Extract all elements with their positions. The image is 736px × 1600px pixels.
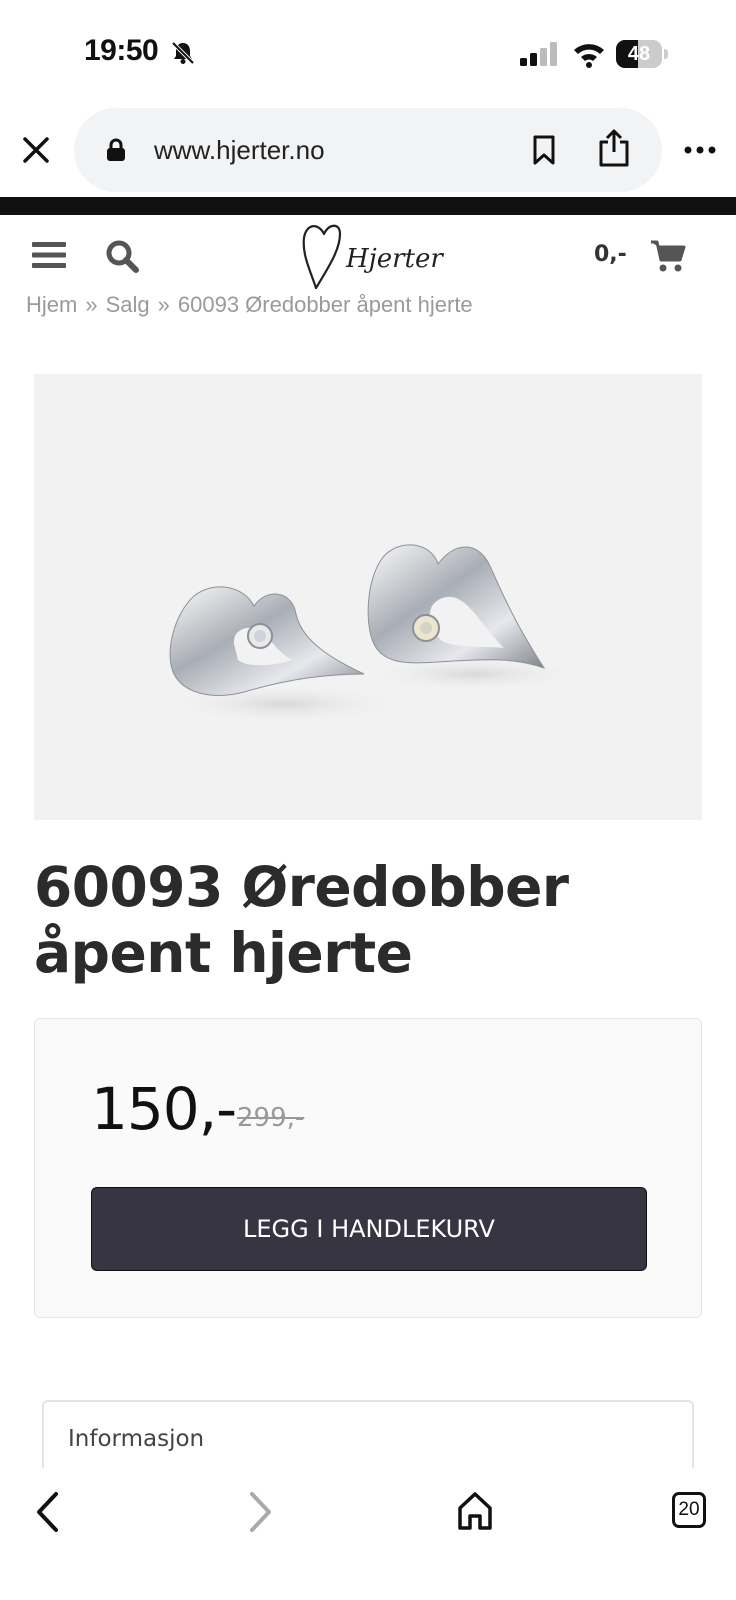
site-top-band <box>0 197 736 215</box>
price-box: 150,- 299,- LEGG I HANDLEKURV <box>34 1018 702 1318</box>
site-logo[interactable]: Hjerter <box>300 220 443 292</box>
close-icon[interactable] <box>20 134 52 166</box>
info-title: Informasjon <box>68 1426 205 1452</box>
bookmark-icon[interactable] <box>530 134 558 166</box>
status-time: 19:50 <box>84 34 159 67</box>
earrings-illustration <box>164 544 584 724</box>
search-icon[interactable] <box>104 238 140 274</box>
breadcrumb-sale[interactable]: Salg <box>106 292 150 317</box>
breadcrumb-separator: » <box>157 292 170 317</box>
menu-icon[interactable] <box>32 240 66 270</box>
cart-icon[interactable] <box>650 238 686 274</box>
cart-total[interactable]: 0,- <box>594 242 627 267</box>
browser-bottom-nav: 20 <box>0 1468 736 1600</box>
current-price: 150,- <box>91 1075 237 1143</box>
back-icon[interactable] <box>32 1488 62 1536</box>
forward-icon[interactable] <box>246 1488 276 1536</box>
breadcrumb-home[interactable]: Hjem <box>26 292 77 317</box>
url-text: www.hjerter.no <box>154 135 325 165</box>
more-icon[interactable] <box>682 140 718 160</box>
breadcrumb-separator: » <box>85 292 98 317</box>
tabs-button[interactable]: 20 <box>672 1492 706 1528</box>
lock-icon <box>107 138 125 161</box>
bell-slash-icon <box>171 41 195 65</box>
add-to-cart-button[interactable]: LEGG I HANDLEKURV <box>91 1187 647 1271</box>
share-icon[interactable] <box>596 128 632 168</box>
breadcrumb-current: 60093 Øredobber åpent hjerte <box>177 292 473 317</box>
battery-percent: 48 <box>627 43 651 65</box>
home-icon[interactable] <box>456 1490 494 1532</box>
signal-icon <box>520 42 557 66</box>
breadcrumb: Hjem » Salg » 60093 Øredobber åpent hjerte <box>26 292 473 318</box>
product-image[interactable] <box>34 374 702 820</box>
logo-text: Hjerter <box>346 244 443 274</box>
battery-indicator: 48 <box>616 40 668 68</box>
old-price: 299,- <box>237 1103 305 1133</box>
wifi-icon <box>574 44 604 68</box>
address-bar[interactable]: www.hjerter.no <box>74 108 662 192</box>
status-bar: 19:50 48 <box>0 0 736 104</box>
product-title: 60093 Øredobber åpent hjerte <box>34 855 569 985</box>
